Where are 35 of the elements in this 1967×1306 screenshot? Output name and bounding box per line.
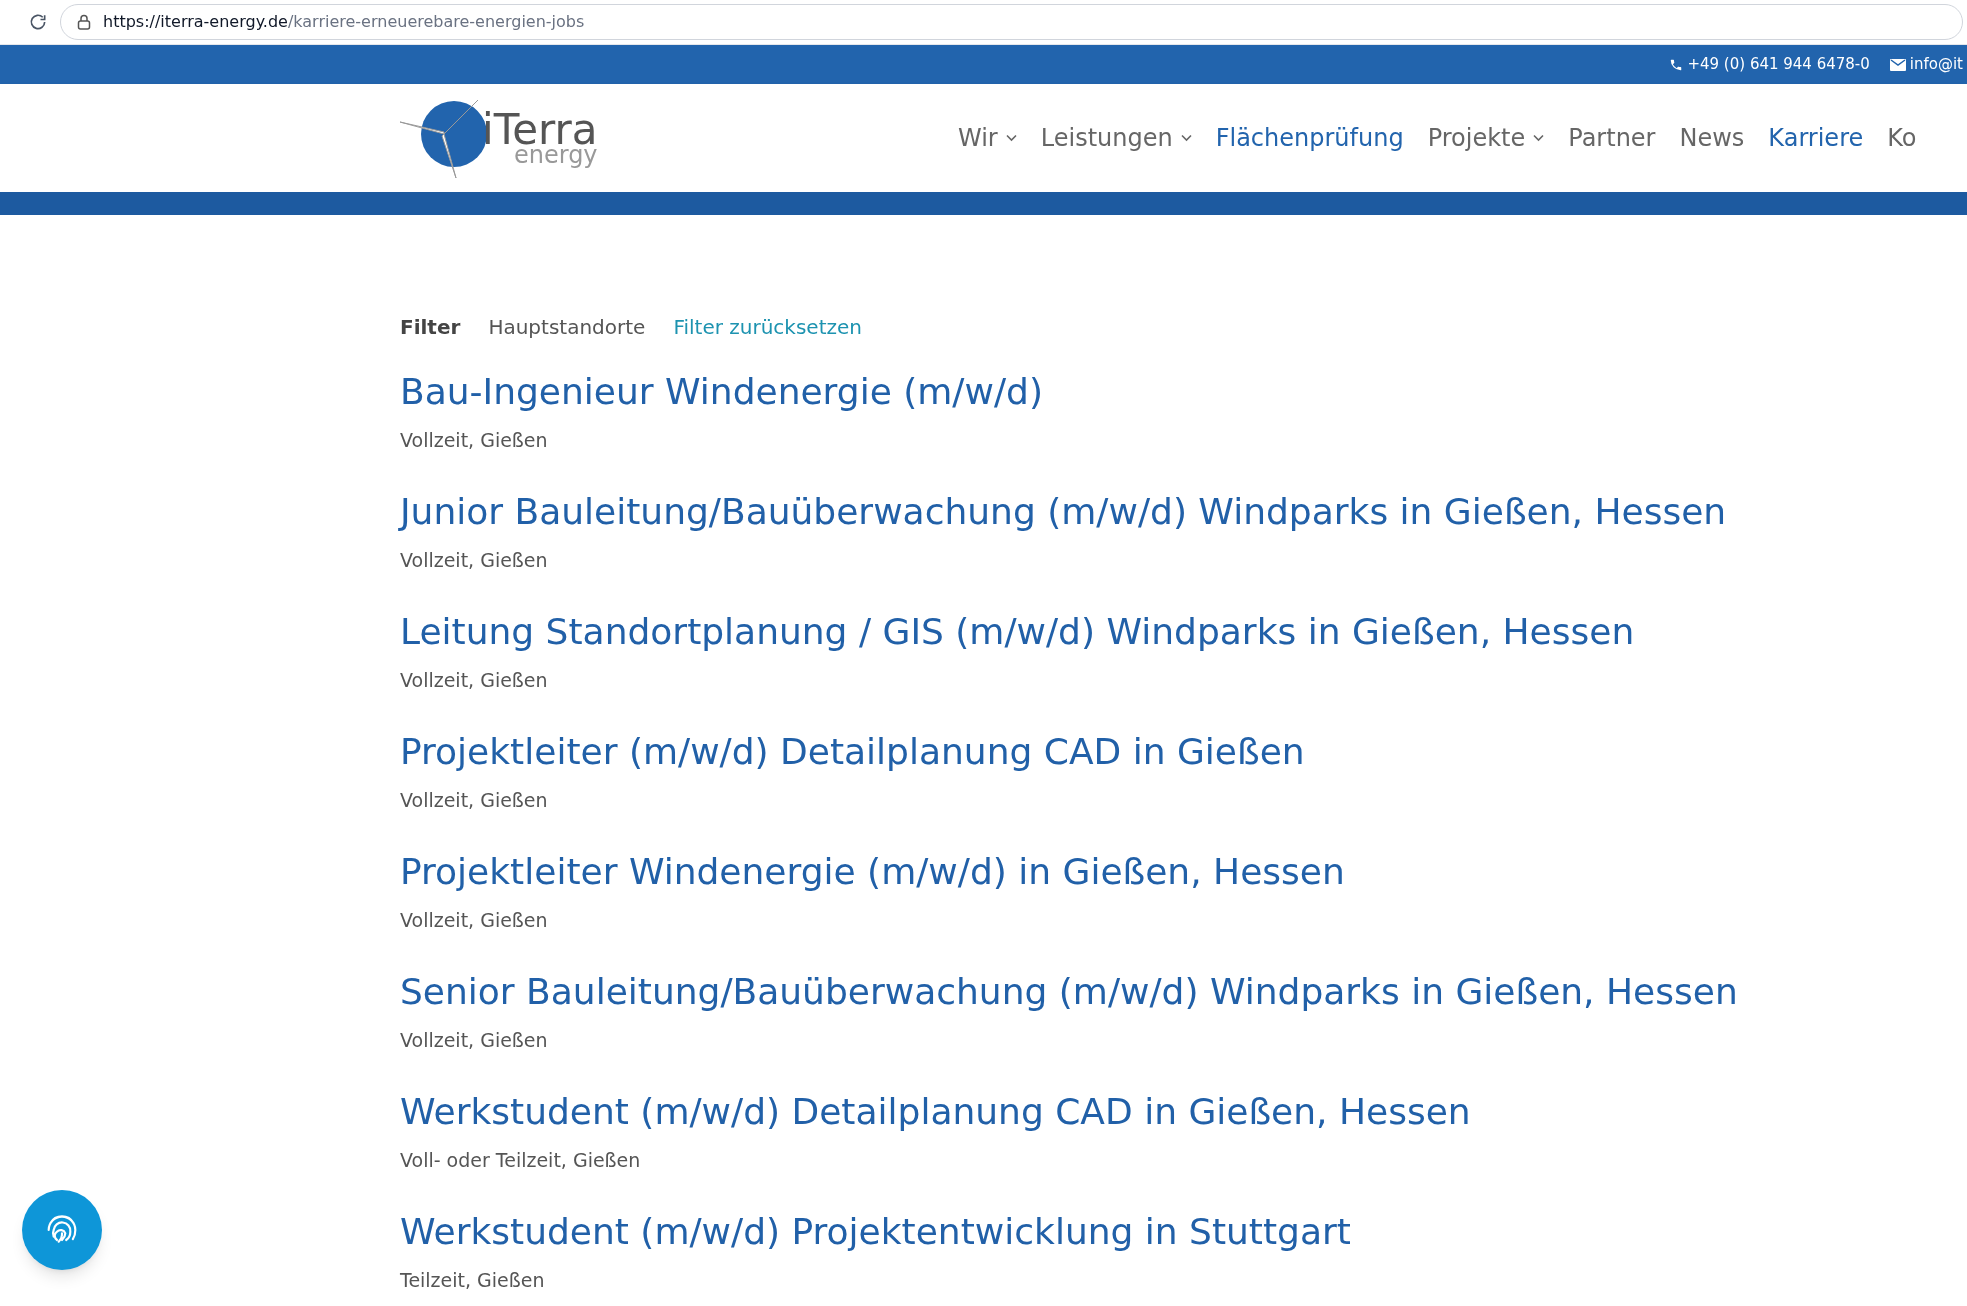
job-meta: Teilzeit, Gießen [400,1268,546,1293]
job-title-link[interactable]: Projektleiter Windenergie (m/w/d) in Gießen, Hessen [400,846,1967,898]
logo[interactable]: iTerra energy [398,96,628,180]
nav-link[interactable]: Leistungen [1040,120,1192,156]
job-meta: Vollzeit, Gießen [400,668,549,693]
url-text: https://iterra-energy.de/karriere-erneuerebare-energien-jobs [103,11,585,33]
job-meta: Vollzeit, Gießen [400,788,549,813]
nav-link[interactable]: Partner [1568,120,1656,156]
job-meta: Vollzeit, Gießen [400,428,549,453]
phone-link[interactable]: +49 (0) 641 944 6478-0 [1687,53,1870,76]
filter-label: Filter [400,314,461,341]
email-link[interactable]: info@it [1909,53,1963,76]
nav-link[interactable]: Karriere [1768,120,1864,156]
filter-reset-link[interactable]: Filter zurücksetzen [673,312,862,342]
job-meta: Vollzeit, Gießen [400,908,549,933]
nav-link[interactable]: Wir [958,120,1017,156]
job-meta: Vollzeit, Gießen [400,548,549,573]
filter-option[interactable]: Hauptstandorte [488,312,646,342]
nav-link[interactable]: Projekte [1427,120,1545,156]
lock-icon [77,14,91,30]
job-title-link[interactable]: Werkstudent (m/w/d) Detailplanung CAD in Gießen, Hessen [400,1086,1967,1138]
job-title-link[interactable]: Werkstudent (m/w/d) Projektentwicklung in Stuttgart [400,1206,1967,1258]
job-title-link[interactable]: Leitung Standortplanung / GIS (m/w/d) Windparks in Gießen, Hessen [400,606,1967,658]
mail-icon [1889,58,1906,71]
job-title-link[interactable]: Junior Bauleitung/Bauüberwachung (m/w/d) Windparks in Gießen, Hessen [400,486,1967,538]
nav-link[interactable]: Flächenprüfung [1215,120,1404,156]
job-title-link[interactable]: Projektleiter (m/w/d) Detailplanung CAD in Gießen [400,726,1967,778]
nav-link[interactable]: News [1679,120,1745,156]
phone-icon [1669,57,1684,72]
job-meta: Voll- oder Teilzeit, Gießen [400,1148,642,1173]
job-meta: Vollzeit, Gießen [400,1028,549,1053]
job-title-link[interactable]: Bau-Ingenieur Windenergie (m/w/d) [400,366,1967,418]
job-title-link[interactable]: Senior Bauleitung/Bauüberwachung (m/w/d) Windparks in Gießen, Hessen [400,966,1967,1018]
reload-icon[interactable] [28,12,48,32]
nav-link[interactable]: Ko [1887,120,1917,156]
